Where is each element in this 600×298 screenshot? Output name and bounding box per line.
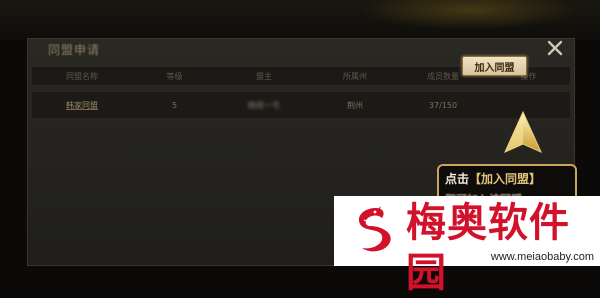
close-button[interactable] <box>546 39 564 57</box>
header-state: 所属州 <box>343 71 367 81</box>
watermark-brand: 梅奥软件园 <box>406 200 570 296</box>
header-alliance-name: 同盟名称 <box>66 71 98 81</box>
dragon-logo-icon <box>358 206 391 252</box>
tooltip-highlight: 【加入同盟】 <box>469 172 542 186</box>
state-cell: 荆州 <box>347 100 363 110</box>
header-level: 等级 <box>166 71 183 81</box>
tooltip-prefix: 点击 <box>445 172 470 186</box>
watermark-url: www.meiaobaby.com <box>490 251 594 263</box>
header-leader: 盟主 <box>256 71 272 81</box>
table-row: 韩家同盟 5 韩将一号 荆州 37/150 <box>32 92 570 118</box>
alliance-name-cell[interactable]: 韩家同盟 <box>32 100 132 111</box>
tooltip-line1: 点击【加入同盟】 <box>445 170 569 187</box>
pointer-arrow-icon <box>504 110 542 153</box>
panel-title: 同盟申请 <box>48 43 101 57</box>
site-watermark: 梅奥软件园 www.meiaobaby.com <box>334 196 600 296</box>
level-cell: 5 <box>171 100 178 110</box>
member-count-cell: 37/150 <box>428 100 458 110</box>
background-glow <box>360 0 580 30</box>
close-x-icon <box>547 40 563 56</box>
leader-cell: 韩将一号 <box>248 100 280 110</box>
join-alliance-button[interactable]: 加入同盟 <box>462 56 527 76</box>
